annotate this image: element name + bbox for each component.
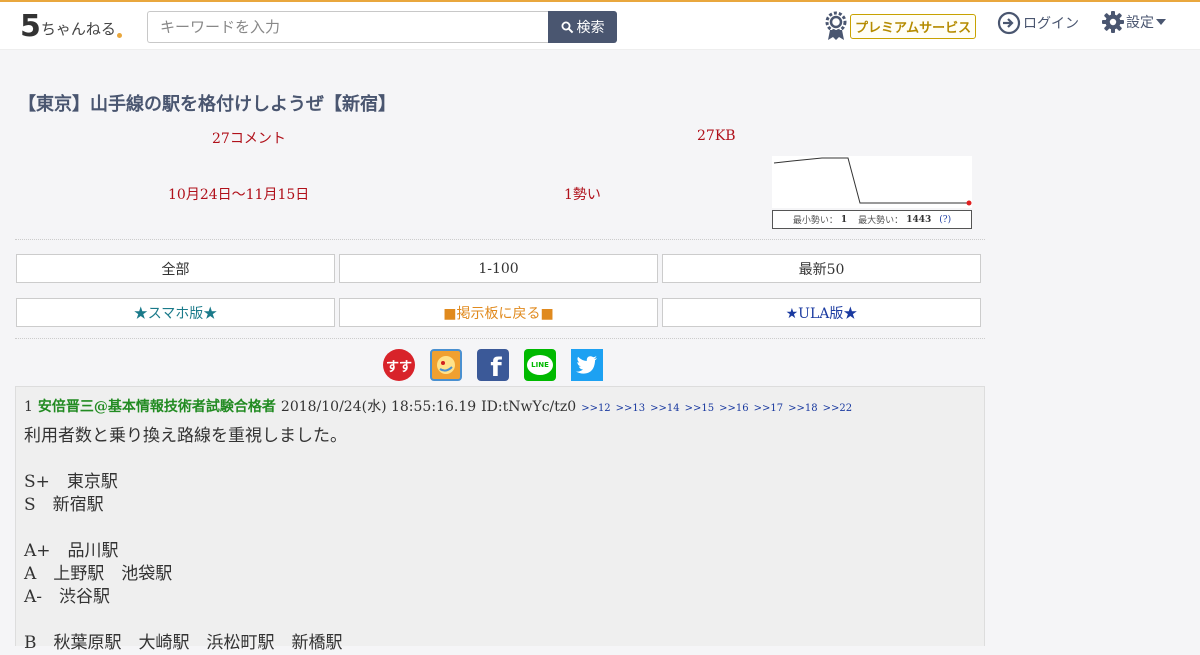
site-header: 5 ちゃんねる 検索 プレミアムサービス ログイン: [0, 2, 1200, 50]
show-1-100-button[interactable]: 1-100: [339, 254, 658, 283]
post-line: [24, 448, 347, 471]
search-button-label: 検索: [576, 20, 605, 36]
caret-down-icon: [1156, 19, 1166, 25]
post-line: S 新宿駅: [24, 495, 104, 515]
sukusuku-label: すす: [385, 359, 412, 375]
premium-service-label: プレミアムサービス: [850, 13, 977, 39]
reply-anchor[interactable]: >>12: [581, 403, 610, 414]
post-line: A+ 品川駅: [24, 541, 119, 561]
premium-service-link[interactable]: プレミアムサービス: [824, 11, 977, 41]
reply-anchor[interactable]: >>17: [754, 403, 783, 414]
search-input[interactable]: [147, 11, 549, 43]
post-line: [24, 517, 347, 540]
show-all-button[interactable]: 全部: [16, 254, 335, 283]
logo-five: 5: [20, 9, 41, 44]
search-button[interactable]: 検索: [548, 11, 617, 43]
section-divider: [15, 338, 985, 339]
bookmark-glyph: [437, 356, 455, 374]
min-momentum-label: 最小勢い：: [792, 216, 838, 226]
momentum-graph-endpoint: [966, 200, 972, 206]
gear-icon: [1102, 11, 1124, 33]
post-line: S+ 東京駅: [24, 472, 118, 492]
post-number[interactable]: 1: [24, 399, 33, 415]
bookmark-icon[interactable]: [430, 349, 462, 381]
post-line: A- 渋谷駅: [24, 587, 111, 607]
comment-count: 27コメント: [212, 131, 286, 147]
facebook-label: f: [490, 353, 502, 383]
thread-momentum: 1勢い: [564, 187, 601, 203]
settings-menu[interactable]: 設定: [1102, 11, 1166, 33]
max-momentum-value: 1443: [906, 214, 932, 225]
settings-label: 設定: [1126, 15, 1154, 31]
post-1: 1 安倍晋三@基本情報技術者試験合格者 2018/10/24(水) 18:55:…: [15, 386, 985, 653]
show-latest-50-button[interactable]: 最新50: [662, 254, 981, 283]
momentum-graph: [772, 156, 972, 208]
ula-version-link[interactable]: ★ULA版★: [662, 298, 981, 327]
reply-anchor[interactable]: >>13: [616, 403, 645, 414]
thread-title: 【東京】山手線の駅を格付けしようぜ【新宿】: [18, 94, 396, 115]
momentum-help-link[interactable]: (?): [939, 215, 951, 225]
line-label: LINE: [531, 361, 549, 369]
post-header: 1 安倍晋三@基本情報技術者試験合格者 2018/10/24(水) 18:55:…: [24, 396, 852, 416]
post-line: B 秋葉原駅 大崎駅 浜松町駅 新橋駅: [24, 633, 343, 653]
site-logo[interactable]: 5 ちゃんねる: [20, 10, 122, 42]
momentum-graph-line: [773, 157, 969, 204]
reply-anchor[interactable]: >>14: [650, 403, 679, 414]
twitter-bird-glyph: [576, 356, 597, 374]
search-icon: [561, 21, 573, 33]
login-icon: [997, 11, 1021, 35]
post-date: 2018/10/24(水) 18:55:16.19: [280, 399, 477, 415]
reply-anchor[interactable]: >>15: [685, 403, 714, 414]
sukusuku-icon[interactable]: すす: [383, 349, 415, 381]
thread-period: 10月24日〜11月15日: [168, 187, 310, 203]
back-to-board-link[interactable]: ■掲示板に戻る■: [339, 298, 658, 327]
max-momentum-label: 最大勢い：: [858, 216, 904, 226]
login-link[interactable]: ログイン: [997, 11, 1079, 35]
twitter-icon[interactable]: [571, 349, 603, 381]
momentum-graph-caption: 最小勢い： 1 最大勢い： 1443 (?): [772, 210, 972, 229]
reply-anchor[interactable]: >>22: [823, 403, 852, 414]
min-momentum-value: 1: [840, 214, 848, 225]
line-bubble: LINE: [527, 355, 553, 375]
post-id[interactable]: ID:tNwYc/tz0: [481, 399, 576, 415]
reply-anchor[interactable]: >>16: [719, 403, 748, 414]
section-divider: [15, 239, 985, 240]
post-line: [24, 609, 347, 632]
reply-anchor[interactable]: >>18: [788, 403, 817, 414]
login-label: ログイン: [1023, 16, 1079, 32]
smartphone-version-link[interactable]: ★スマホ版★: [16, 298, 335, 327]
post-author: 安倍晋三@基本情報技術者試験合格者: [37, 399, 276, 415]
logo-dot: [116, 33, 122, 38]
post-line: 利用者数と乗り換え路線を重視しました。: [24, 426, 347, 446]
line-icon[interactable]: LINE: [524, 349, 556, 381]
award-icon: [825, 11, 847, 40]
logo-name: ちゃんねる: [40, 20, 116, 38]
thread-size: 27KB: [697, 128, 736, 144]
post-line: A 上野駅 池袋駅: [24, 564, 173, 584]
facebook-icon[interactable]: f: [477, 349, 509, 383]
post-body: 利用者数と乗り換え路線を重視しました。 S+ 東京駅 S 新宿駅 A+ 品川駅 …: [24, 425, 347, 655]
